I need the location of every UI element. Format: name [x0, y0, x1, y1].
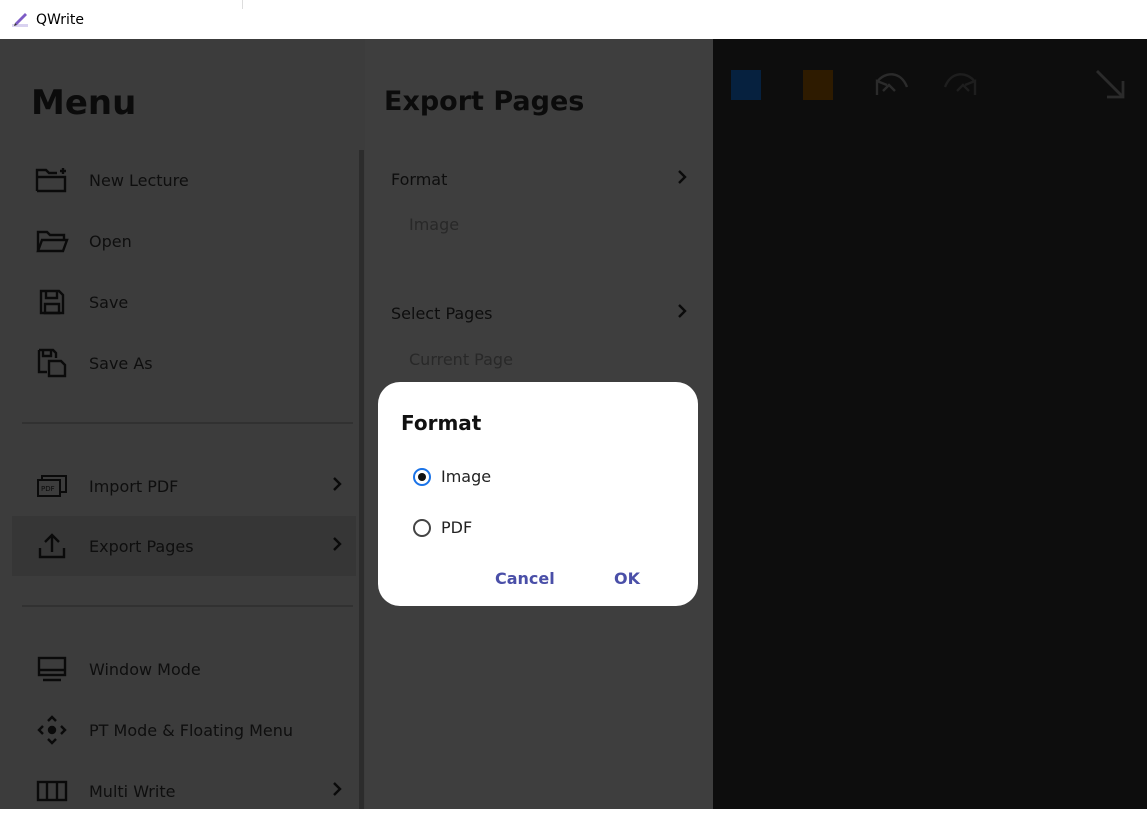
radio-selected-icon [413, 467, 431, 486]
chevron-right-icon [677, 303, 687, 323]
menu-item-multi-write[interactable]: Multi Write [12, 761, 356, 821]
folder-open-icon [32, 221, 72, 261]
menu-item-label: Import PDF [89, 476, 179, 496]
menu-item-label: Save As [89, 353, 153, 373]
title-bar: QWrite [0, 0, 1147, 39]
app-logo-icon [11, 11, 33, 29]
menu-item-export-pages[interactable]: Export Pages [12, 516, 356, 576]
ok-button[interactable]: OK [614, 569, 640, 588]
title-divider [242, 0, 243, 9]
save-as-icon [32, 343, 72, 383]
radio-label: Image [441, 467, 492, 486]
dialog-title: Format [401, 411, 482, 435]
pdf-icon: PDF [32, 466, 72, 506]
window-title: QWrite [36, 11, 84, 28]
format-value: Image [409, 215, 460, 234]
menu-item-save[interactable]: Save [12, 272, 356, 332]
columns-icon [32, 771, 72, 811]
svg-text:PDF: PDF [41, 485, 55, 493]
writing-canvas[interactable] [713, 39, 1147, 809]
format-dialog: Format Image PDF Cancel OK [378, 382, 698, 606]
menu-divider [22, 422, 353, 424]
menu-item-label: Export Pages [89, 536, 194, 556]
menu-title: Menu [31, 83, 137, 123]
menu-item-label: Multi Write [89, 781, 176, 801]
menu-item-label: New Lecture [89, 170, 189, 190]
menu-item-import-pdf[interactable]: PDF Import PDF [12, 456, 356, 516]
move-icon [32, 710, 72, 750]
menu-item-pt-mode[interactable]: PT Mode & Floating Menu [12, 700, 356, 760]
menu-scrollbar[interactable] [359, 150, 364, 809]
chevron-right-icon [332, 781, 342, 801]
menu-item-label: PT Mode & Floating Menu [89, 720, 294, 740]
upload-icon [32, 526, 72, 566]
select-pages-label: Select Pages [391, 304, 493, 323]
menu-item-open[interactable]: Open [12, 211, 356, 271]
color-swatch-blue[interactable] [731, 70, 761, 100]
menu-item-new-lecture[interactable]: New Lecture [12, 150, 356, 210]
menu-item-label: Open [89, 231, 132, 251]
menu-item-save-as[interactable]: Save As [12, 333, 356, 393]
radio-pdf[interactable]: PDF [413, 518, 472, 537]
undo-icon[interactable] [871, 65, 911, 105]
arrow-down-right-icon[interactable] [1093, 67, 1127, 105]
chevron-right-icon [677, 169, 687, 189]
cancel-button[interactable]: Cancel [495, 569, 555, 588]
radio-label: PDF [441, 518, 473, 537]
select-pages-value: Current Page [409, 350, 513, 369]
menu-item-label: Window Mode [89, 659, 201, 679]
save-icon [32, 282, 72, 322]
redo-icon[interactable] [941, 65, 981, 105]
new-folder-icon [32, 160, 72, 200]
radio-unselected-icon [413, 518, 431, 537]
radio-image[interactable]: Image [413, 467, 491, 486]
menu-item-window-mode[interactable]: Window Mode [12, 639, 356, 699]
menu-item-label: Save [89, 292, 129, 312]
menu-divider [22, 605, 353, 607]
format-label: Format [391, 170, 448, 189]
chevron-right-icon [332, 476, 342, 496]
export-title: Export Pages [384, 86, 585, 117]
main-menu-panel: Menu New Lecture Open Save Save As PDF I… [0, 39, 365, 809]
chevron-right-icon [332, 536, 342, 556]
monitor-icon [32, 649, 72, 689]
color-swatch-orange[interactable] [803, 70, 833, 100]
